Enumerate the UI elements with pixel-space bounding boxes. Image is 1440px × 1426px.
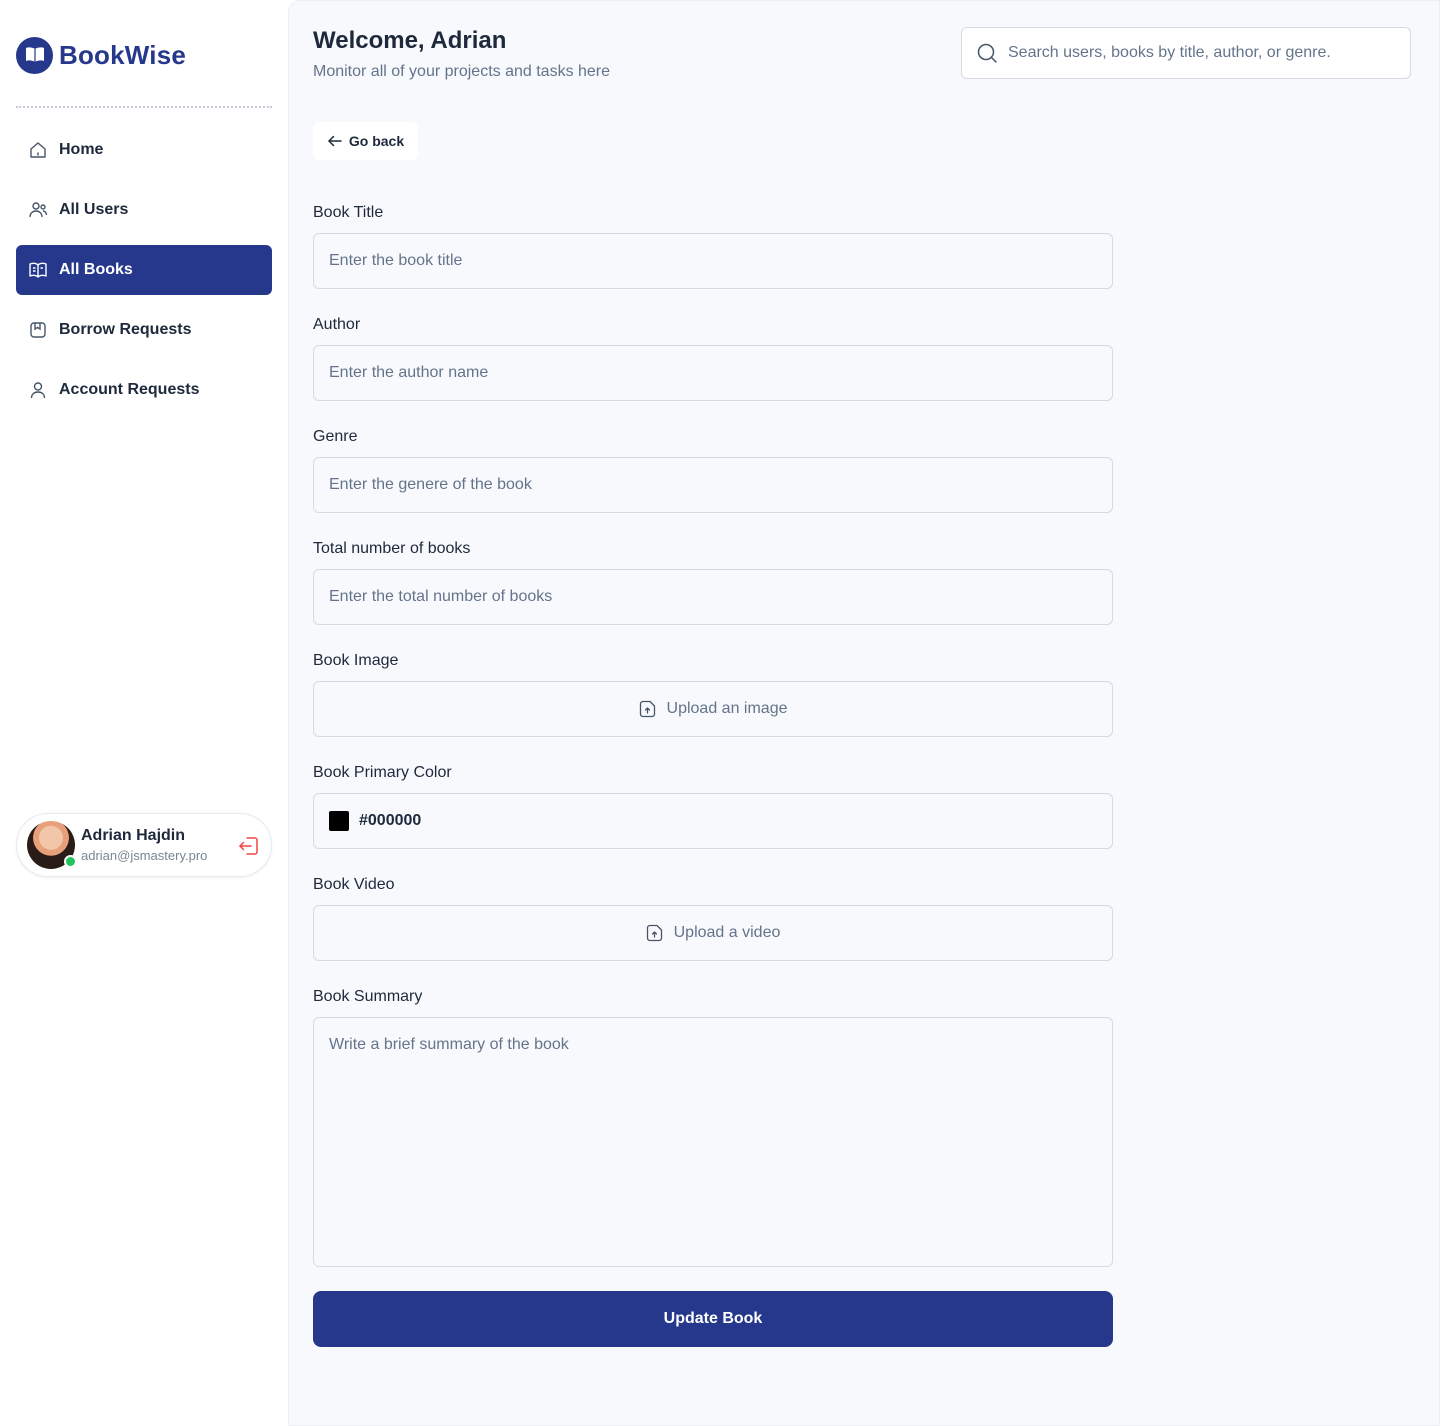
search-bar[interactable] [961, 27, 1411, 79]
sidebar-item-label: All Users [59, 201, 129, 218]
sidebar-item-borrow-requests[interactable]: Borrow Requests [16, 305, 272, 355]
primary-color-label: Book Primary Color [313, 764, 452, 781]
arrow-left-icon [328, 135, 342, 147]
genre-box [313, 457, 1113, 513]
color-picker[interactable]: #000000 [313, 793, 1113, 849]
sidebar-item-home[interactable]: Home [16, 125, 272, 175]
sidebar: BookWise Home All Users All Books Borrow… [0, 0, 288, 1426]
author-box [313, 345, 1113, 401]
welcome-header: Welcome, Adrian Monitor all of your proj… [313, 27, 610, 81]
sidebar-item-account-requests[interactable]: Account Requests [16, 365, 272, 415]
sidebar-item-all-users[interactable]: All Users [16, 185, 272, 235]
field-book-video: Book Video Upload a video [313, 873, 1113, 961]
user-card[interactable]: Adrian Hajdin adrian@jsmastery.pro [16, 813, 272, 877]
logout-icon[interactable] [237, 834, 261, 858]
field-book-title: Book Title [313, 201, 1113, 289]
upload-file-icon [639, 700, 655, 718]
sidebar-item-label: All Books [59, 261, 133, 278]
upload-file-icon [646, 924, 662, 942]
total-books-input[interactable] [329, 588, 1089, 606]
sidebar-nav: Home All Users All Books Borrow Requests… [16, 125, 272, 425]
upload-image-button[interactable]: Upload an image [313, 681, 1113, 737]
go-back-button[interactable]: Go back [313, 122, 418, 160]
user-name: Adrian Hajdin [81, 827, 186, 844]
book-title-label: Book Title [313, 204, 384, 221]
field-book-image: Book Image Upload an image [313, 649, 1113, 737]
update-book-button[interactable]: Update Book [313, 1291, 1113, 1347]
book-summary-label: Book Summary [313, 988, 423, 1005]
book-open-icon [29, 262, 47, 278]
upload-video-button[interactable]: Upload a video [313, 905, 1113, 961]
home-icon [30, 142, 46, 158]
upload-image-label: Upload an image [666, 700, 788, 717]
book-summary-textarea[interactable] [313, 1017, 1113, 1267]
search-input[interactable] [1008, 44, 1388, 62]
author-label: Author [313, 316, 361, 333]
color-hex-value: #000000 [359, 812, 422, 829]
brand-name: BookWise [59, 39, 187, 70]
bookmark-icon [30, 322, 46, 338]
sidebar-item-label: Account Requests [59, 381, 200, 398]
field-genre: Genre [313, 425, 1113, 513]
field-total-books: Total number of books [313, 537, 1113, 625]
user-info: Adrian Hajdin adrian@jsmastery.pro [81, 827, 207, 863]
sidebar-item-all-books[interactable]: All Books [16, 245, 272, 295]
field-book-summary: Book Summary [313, 985, 1113, 1272]
main-content: Welcome, Adrian Monitor all of your proj… [288, 0, 1440, 1426]
online-status-dot [64, 855, 77, 868]
color-swatch[interactable] [329, 811, 349, 831]
avatar [27, 821, 77, 869]
field-author: Author [313, 313, 1113, 401]
upload-video-label: Upload a video [673, 924, 781, 941]
book-video-label: Book Video [313, 876, 395, 893]
sidebar-item-label: Borrow Requests [59, 321, 192, 338]
page-subtitle: Monitor all of your projects and tasks h… [313, 63, 611, 80]
book-title-input[interactable] [329, 252, 1089, 270]
bookwise-logo-icon [16, 36, 53, 74]
book-title-box [313, 233, 1113, 289]
user-email: adrian@jsmastery.pro [81, 848, 208, 863]
sidebar-divider [16, 106, 272, 108]
author-input[interactable] [329, 364, 1089, 382]
sidebar-item-label: Home [59, 141, 104, 158]
page-title: Welcome, Adrian [313, 27, 507, 54]
book-image-label: Book Image [313, 652, 399, 669]
book-form: Book Title Author Genre Total number of … [313, 201, 1113, 1296]
total-books-box [313, 569, 1113, 625]
genre-label: Genre [313, 428, 358, 445]
genre-input[interactable] [329, 476, 1089, 494]
users-icon [29, 202, 48, 218]
brand[interactable]: BookWise [16, 36, 186, 74]
search-icon [977, 43, 997, 63]
go-back-label: Go back [348, 133, 405, 149]
field-primary-color: Book Primary Color #000000 [313, 761, 1113, 849]
total-books-label: Total number of books [313, 540, 471, 557]
user-icon [30, 382, 46, 399]
